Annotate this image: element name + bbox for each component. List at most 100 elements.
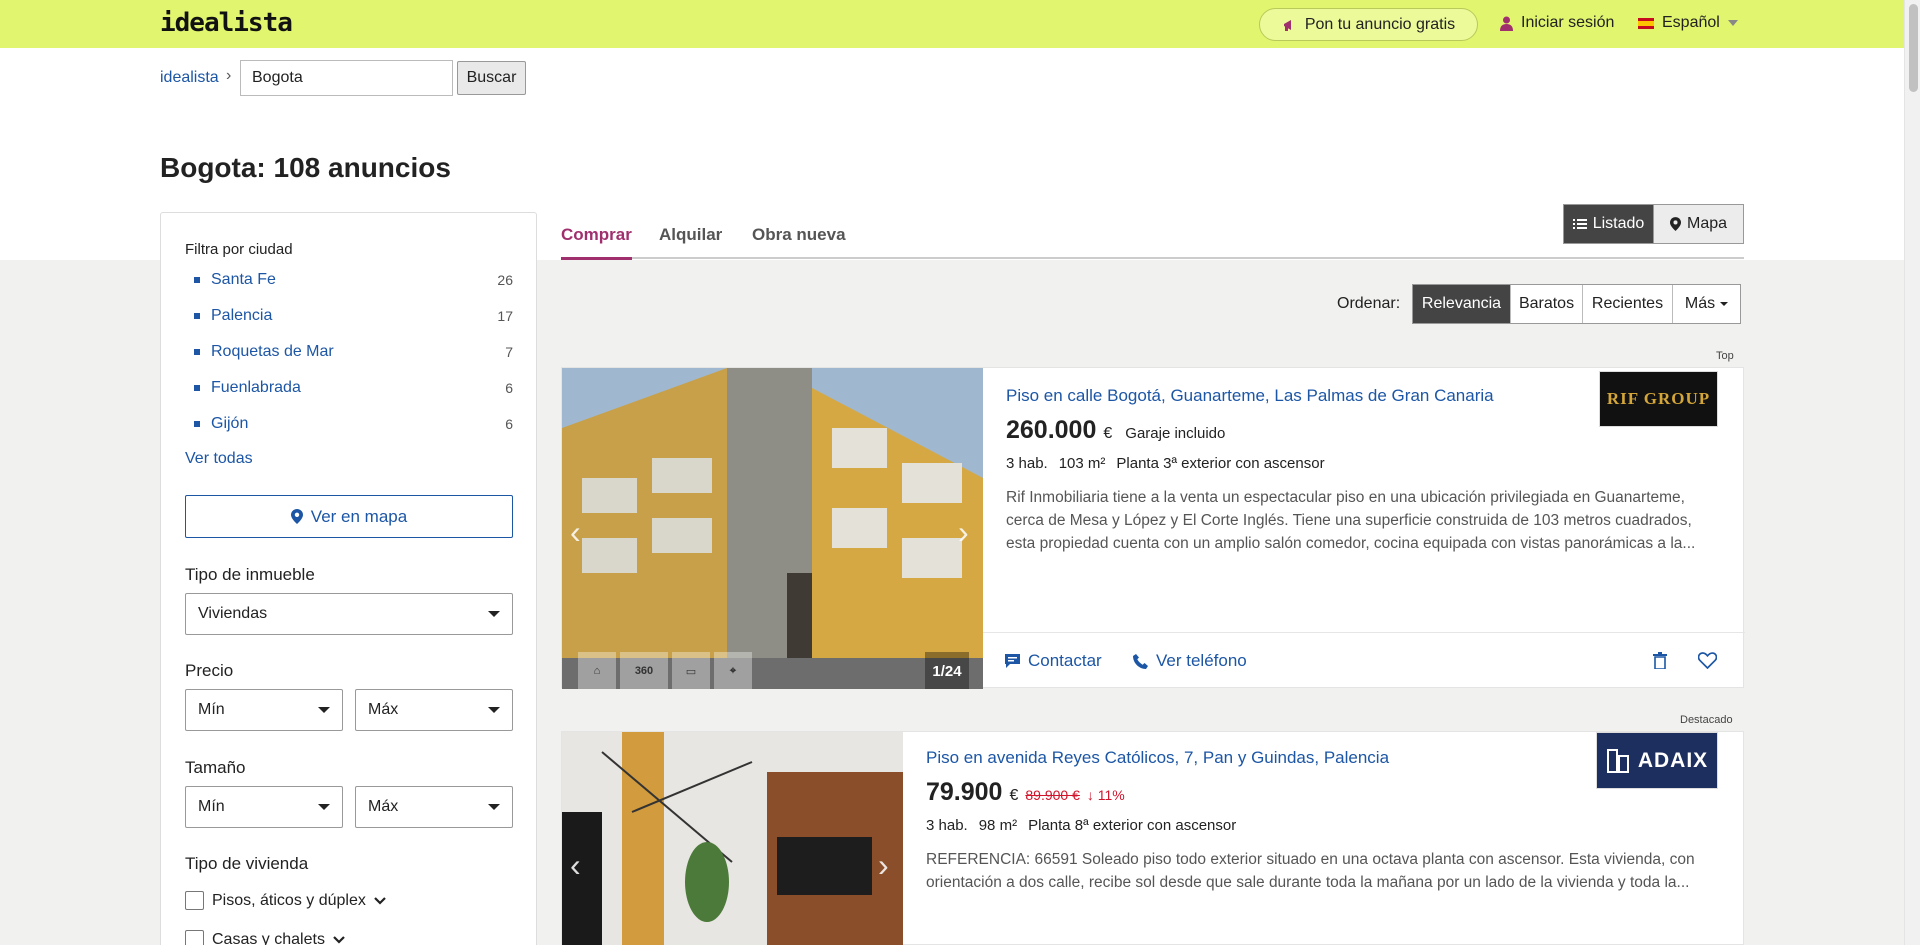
phone-icon xyxy=(1133,653,1148,669)
listing-actions: Contactar Ver teléfono xyxy=(983,632,1745,688)
sort-more-dropdown[interactable]: Más xyxy=(1672,285,1740,323)
photo-next-button[interactable]: › xyxy=(878,847,889,884)
detail-floor: Planta 3ª exterior con ascensor xyxy=(1116,455,1325,472)
contact-label: Contactar xyxy=(1028,651,1102,670)
listing-tag: Top xyxy=(1716,350,1734,362)
list-view-button[interactable]: Listado xyxy=(1564,205,1653,243)
language-label: Español xyxy=(1662,14,1720,31)
chevron-down-icon[interactable] xyxy=(374,896,386,905)
old-price: 89.900 € xyxy=(1025,787,1080,803)
location-icon[interactable]: ⌖ xyxy=(714,652,752,689)
city-name: Gijón xyxy=(211,415,249,432)
search-button[interactable]: Buscar xyxy=(457,61,526,95)
city-filter-item[interactable]: Palencia 17 xyxy=(185,306,513,326)
size-label: Tamaño xyxy=(185,758,246,777)
checkbox[interactable] xyxy=(185,930,204,945)
view-phone-label: Ver teléfono xyxy=(1156,651,1247,670)
tab-comprar[interactable]: Comprar xyxy=(561,225,632,260)
building-icon xyxy=(1606,748,1629,773)
idealista-logo[interactable]: idealista xyxy=(160,8,293,38)
property-type-select[interactable]: Viviendas xyxy=(185,593,513,635)
photo-prev-button[interactable]: ‹ xyxy=(570,514,581,551)
photo-next-button[interactable]: › xyxy=(958,514,969,551)
floor-plan-icon[interactable]: ⌂ xyxy=(578,652,616,689)
detail-rooms: 3 hab. xyxy=(926,817,968,834)
chevron-down-icon[interactable] xyxy=(333,935,345,944)
list-icon xyxy=(1572,219,1587,229)
map-view-button[interactable]: Mapa xyxy=(1653,205,1743,243)
scrollbar-thumb[interactable] xyxy=(1909,4,1918,92)
photo-prev-button[interactable]: ‹ xyxy=(570,847,581,884)
housing-type-label: Tipo de vivienda xyxy=(185,854,309,873)
photo-counter: 1/24 xyxy=(925,652,969,689)
sort-baratos[interactable]: Baratos xyxy=(1510,285,1582,323)
detail-floor: Planta 8ª exterior con ascensor xyxy=(1028,817,1237,834)
contact-button[interactable]: Contactar xyxy=(1005,651,1102,671)
sort-recientes[interactable]: Recientes xyxy=(1582,285,1672,323)
listing-photo[interactable]: ‹ › xyxy=(562,732,903,945)
photo-media-icons: ⌂ 360 ▭ ⌖ xyxy=(578,652,752,689)
sort-options: Relevancia Baratos Recientes Más xyxy=(1412,284,1741,324)
video-icon[interactable]: ▭ xyxy=(672,652,710,689)
tab-obra-nueva[interactable]: Obra nueva xyxy=(752,225,846,257)
housing-option-label: Casas y chalets xyxy=(212,930,325,945)
search-input[interactable] xyxy=(240,60,453,96)
breadcrumb-separator: › xyxy=(226,67,232,84)
city-filter-item[interactable]: Fuenlabrada 6 xyxy=(185,378,513,398)
sort-label: Ordenar: xyxy=(1337,295,1401,312)
city-count: 6 xyxy=(505,380,513,396)
listing-card[interactable]: ‹ › ⌂ 360 ▭ ⌖ 1/24 Piso en calle Bogotá,… xyxy=(561,367,1745,689)
caret-down-icon xyxy=(318,804,330,810)
city-name: Palencia xyxy=(211,307,273,324)
price-max-select[interactable]: Máx xyxy=(355,689,513,731)
agency-logo[interactable]: RIF GROUP xyxy=(1599,371,1718,427)
view-phone-button[interactable]: Ver teléfono xyxy=(1133,651,1247,671)
city-name: Roquetas de Mar xyxy=(211,343,334,360)
detail-size: 98 m² xyxy=(978,817,1018,834)
list-view-label: Listado xyxy=(1592,215,1645,232)
housing-option-flats[interactable]: Pisos, áticos y dúplex xyxy=(185,891,386,910)
city-filter-item[interactable]: Santa Fe 26 xyxy=(185,270,513,290)
heart-icon[interactable] xyxy=(1698,652,1717,669)
bullet-icon xyxy=(194,349,200,355)
trash-icon[interactable] xyxy=(1653,652,1667,669)
city-name: Fuenlabrada xyxy=(211,379,301,396)
listing-card[interactable]: ‹ › Piso en avenida Reyes Católicos, 7, … xyxy=(561,731,1744,945)
property-type-label: Tipo de inmueble xyxy=(185,565,315,584)
filter-city-title: Filtra por ciudad xyxy=(185,241,293,258)
housing-option-houses[interactable]: Casas y chalets xyxy=(185,930,345,945)
city-filter-item[interactable]: Gijón 6 xyxy=(185,414,513,434)
breadcrumb-home[interactable]: idealista xyxy=(160,69,219,87)
language-selector[interactable]: Español xyxy=(1638,14,1738,32)
tour-360-icon[interactable]: 360 xyxy=(620,652,668,689)
sort-relevancia[interactable]: Relevancia xyxy=(1413,285,1510,323)
page-scrollbar[interactable] xyxy=(1904,0,1920,945)
size-min-select[interactable]: Mín xyxy=(185,786,343,828)
price-label: Precio xyxy=(185,661,234,680)
listing-tag: Destacado xyxy=(1680,714,1733,726)
city-name: Santa Fe xyxy=(211,271,276,288)
login-link[interactable]: Iniciar sesión xyxy=(1500,14,1614,32)
size-max-select[interactable]: Máx xyxy=(355,786,513,828)
see-on-map-button[interactable]: Ver en mapa xyxy=(185,495,513,538)
agency-logo[interactable]: ADAIX xyxy=(1596,732,1718,789)
page-title: Bogota: 108 anuncios xyxy=(160,152,451,183)
price-min-select[interactable]: Mín xyxy=(185,689,343,731)
interior-photo xyxy=(562,732,903,945)
bullet-icon xyxy=(194,385,200,391)
megaphone-icon xyxy=(1283,19,1291,31)
checkbox[interactable] xyxy=(185,891,204,910)
size-min-value: Mín xyxy=(198,798,225,815)
listing-photo[interactable]: ‹ › ⌂ 360 ▭ ⌖ 1/24 xyxy=(562,368,983,689)
caret-down-icon xyxy=(1720,302,1729,306)
listing-details: 3 hab. 103 m² Planta 3ª exterior con asc… xyxy=(1006,455,1716,472)
caret-down-icon xyxy=(488,611,500,617)
tab-alquilar[interactable]: Alquilar xyxy=(659,225,722,257)
login-label: Iniciar sesión xyxy=(1521,14,1615,31)
listing-price: 260.000 xyxy=(1006,416,1097,444)
see-all-cities-link[interactable]: Ver todas xyxy=(185,450,253,468)
city-filter-item[interactable]: Roquetas de Mar 7 xyxy=(185,342,513,362)
bullet-icon xyxy=(194,421,200,427)
map-pin-icon xyxy=(290,509,303,524)
post-ad-button[interactable]: Pon tu anuncio gratis xyxy=(1259,8,1478,41)
